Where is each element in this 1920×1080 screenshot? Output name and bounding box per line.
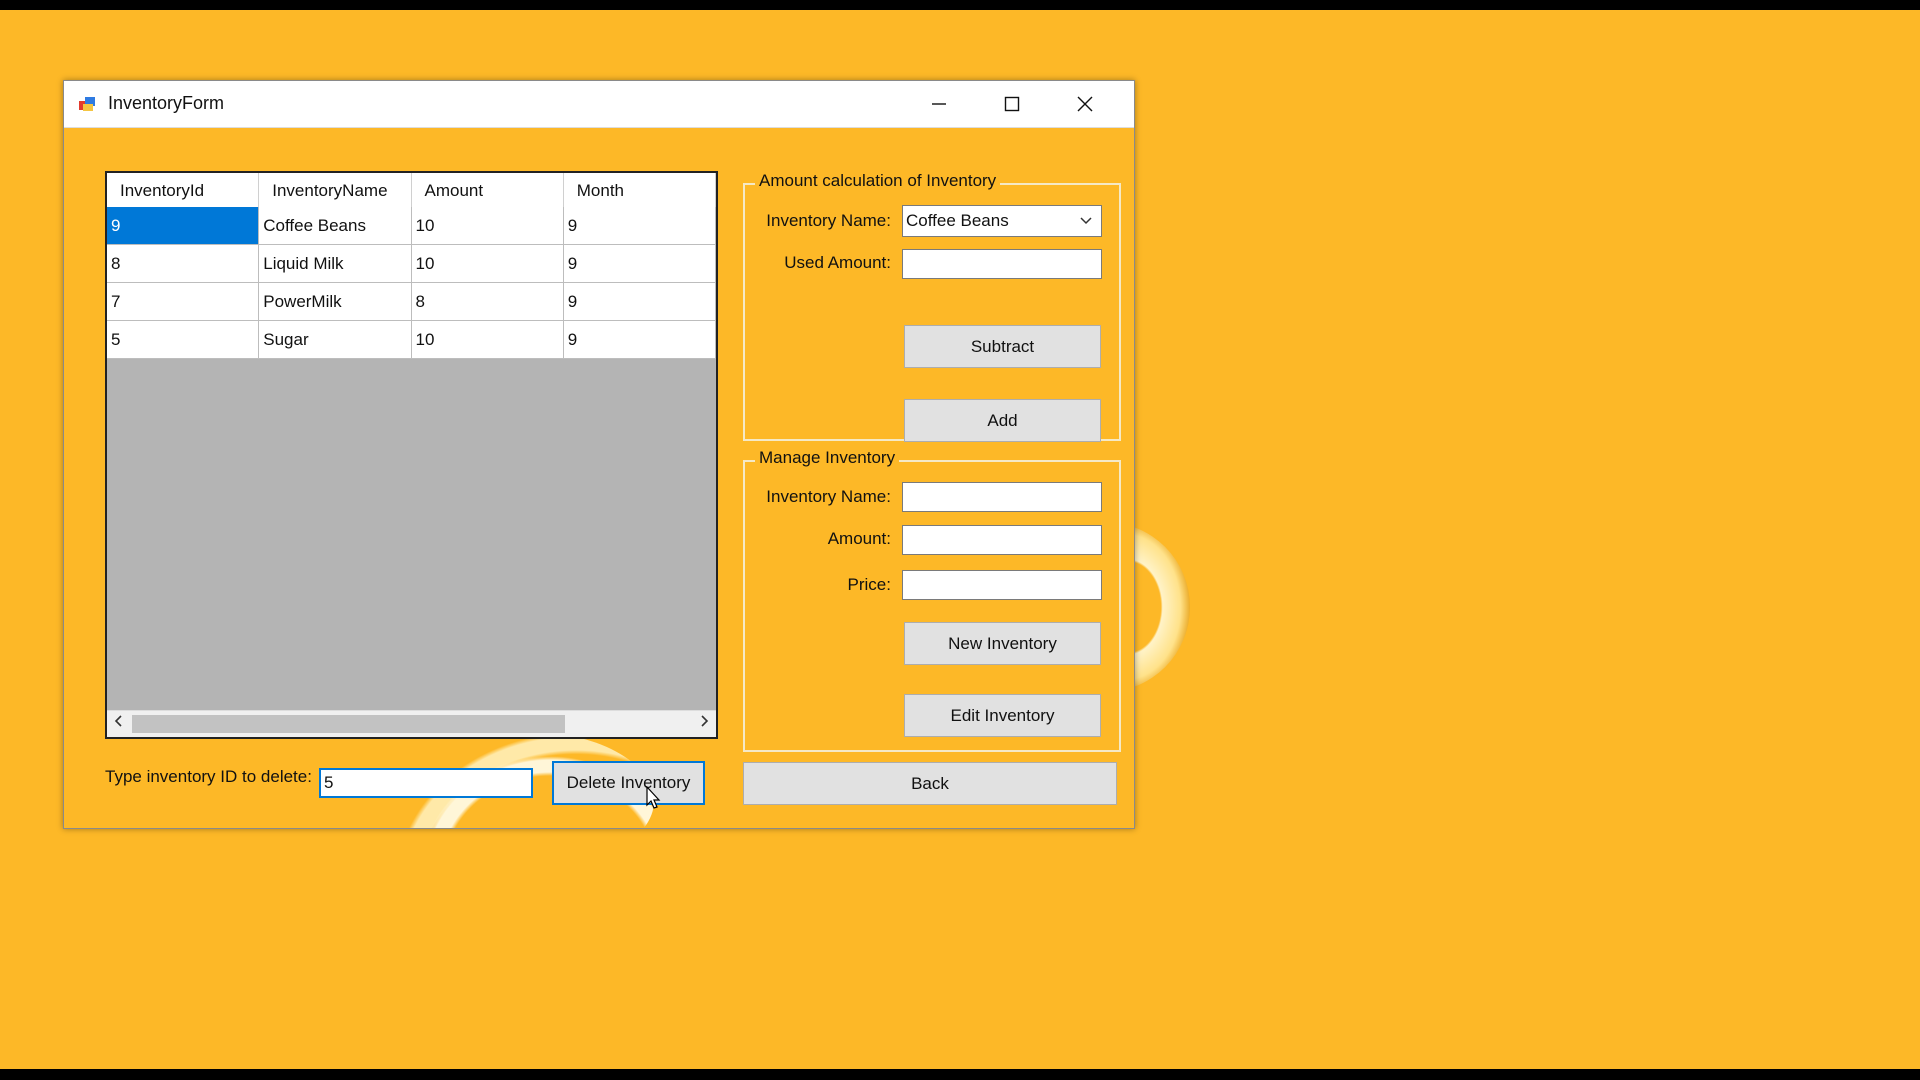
horizontal-scrollbar[interactable] bbox=[107, 710, 716, 737]
grid-header: InventoryId InventoryName Amount Month bbox=[107, 173, 716, 208]
chevron-down-icon bbox=[1080, 217, 1092, 225]
minimize-button[interactable] bbox=[903, 81, 975, 127]
back-button[interactable]: Back bbox=[743, 762, 1117, 805]
cell-amount[interactable]: 10 bbox=[411, 321, 564, 359]
cell-id[interactable]: 9 bbox=[107, 207, 260, 245]
dropdown-value: Coffee Beans bbox=[906, 211, 1009, 230]
inventory-name-dropdown[interactable]: Coffee Beans bbox=[902, 205, 1102, 237]
amount-field[interactable] bbox=[902, 525, 1102, 555]
scroll-left-icon[interactable] bbox=[113, 714, 125, 728]
inventory-form-window: InventoryForm InventoryId InventoryName … bbox=[63, 80, 1135, 829]
close-button[interactable] bbox=[1049, 81, 1121, 127]
price-field[interactable] bbox=[902, 570, 1102, 600]
mouse-cursor-icon bbox=[646, 786, 661, 809]
window-title: InventoryForm bbox=[108, 93, 225, 113]
inventory-grid[interactable]: InventoryId InventoryName Amount Month 9… bbox=[105, 171, 718, 739]
column-header[interactable]: Month bbox=[564, 173, 716, 207]
amount-calculation-group: Amount calculation of Inventory Inventor… bbox=[743, 171, 1121, 442]
subtract-button[interactable]: Subtract bbox=[904, 325, 1101, 368]
delete-id-label: Type inventory ID to delete: bbox=[105, 767, 312, 786]
column-header[interactable]: InventoryName bbox=[259, 173, 412, 207]
table-row[interactable]: 5 Sugar 10 9 bbox=[107, 321, 716, 359]
scrollbar-thumb[interactable] bbox=[132, 715, 565, 733]
cell-id[interactable]: 8 bbox=[107, 245, 260, 283]
inventory-name-label: Inventory Name: bbox=[766, 211, 891, 230]
column-header[interactable]: InventoryId bbox=[107, 173, 260, 207]
title-bar[interactable]: InventoryForm bbox=[64, 81, 1134, 128]
minimize-icon bbox=[932, 103, 946, 105]
cell-name[interactable]: Coffee Beans bbox=[259, 207, 412, 245]
cell-id[interactable]: 5 bbox=[107, 321, 260, 359]
column-header[interactable]: Amount bbox=[412, 173, 564, 207]
table-row[interactable]: 7 PowerMilk 8 9 bbox=[107, 283, 716, 321]
cell-month[interactable]: 9 bbox=[563, 283, 716, 321]
maximize-button[interactable] bbox=[976, 81, 1048, 127]
used-amount-label: Used Amount: bbox=[784, 253, 891, 272]
group-title: Amount calculation of Inventory bbox=[755, 171, 1001, 191]
cell-id[interactable]: 7 bbox=[107, 283, 260, 321]
cell-name[interactable]: Liquid Milk bbox=[259, 245, 412, 283]
cell-amount[interactable]: 8 bbox=[411, 283, 564, 321]
delete-id-field[interactable] bbox=[319, 768, 533, 798]
inventory-name-field[interactable] bbox=[902, 482, 1102, 512]
app-icon bbox=[79, 97, 95, 111]
close-icon bbox=[1077, 96, 1093, 112]
price-label: Price: bbox=[847, 575, 891, 594]
table-row[interactable]: 9 Coffee Beans 10 9 bbox=[107, 207, 716, 245]
edit-inventory-button[interactable]: Edit Inventory bbox=[904, 694, 1101, 737]
maximize-icon bbox=[1004, 96, 1020, 112]
cell-name[interactable]: Sugar bbox=[259, 321, 412, 359]
cell-amount[interactable]: 10 bbox=[411, 207, 564, 245]
used-amount-field[interactable] bbox=[902, 249, 1102, 279]
add-button[interactable]: Add bbox=[904, 399, 1101, 442]
manage-inventory-group: Manage Inventory Inventory Name: Amount:… bbox=[743, 448, 1121, 752]
delete-inventory-button[interactable]: Delete Inventory bbox=[552, 761, 705, 805]
scroll-right-icon[interactable] bbox=[698, 714, 710, 728]
cell-amount[interactable]: 10 bbox=[411, 245, 564, 283]
group-title: Manage Inventory bbox=[755, 448, 900, 468]
desktop-background: InventoryForm InventoryId InventoryName … bbox=[0, 10, 1920, 1069]
amount-label: Amount: bbox=[827, 529, 891, 548]
table-row[interactable]: 8 Liquid Milk 10 9 bbox=[107, 245, 716, 283]
new-inventory-button[interactable]: New Inventory bbox=[904, 622, 1101, 665]
cell-name[interactable]: PowerMilk bbox=[259, 283, 412, 321]
cell-month[interactable]: 9 bbox=[563, 321, 716, 359]
inventory-name-label: Inventory Name: bbox=[766, 487, 891, 506]
